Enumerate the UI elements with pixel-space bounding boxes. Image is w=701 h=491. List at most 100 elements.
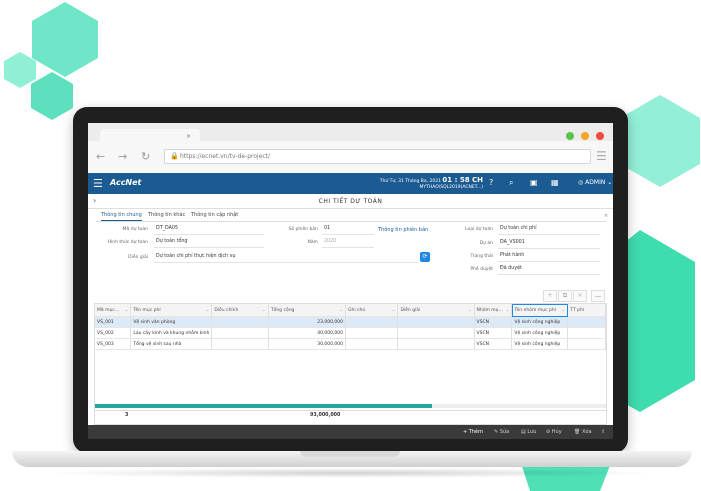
footer-count: 3 [125,413,129,418]
close-icon[interactable]: × [604,213,608,219]
cell[interactable]: Vệ sinh văn phòng [130,316,213,328]
col-header-ghi-chu[interactable]: Ghi chú ⌄ [345,304,399,317]
loai-du-toan-field[interactable]: Dự toán chi phí [498,226,600,235]
hexagon-shape [31,72,73,120]
cell[interactable]: Vệ sinh công nghiệp [511,338,569,350]
url-text: https://ecnet.vn/tv-de-project/ [180,153,271,160]
cancel-label: Hủy [551,429,562,435]
cell[interactable]: VSCN [474,316,513,328]
cell[interactable] [567,316,606,328]
col-header-tt-phi[interactable]: TT phí [567,304,606,317]
nav-forward-icon[interactable]: → [118,150,127,163]
cell[interactable] [345,327,399,339]
tab-other[interactable]: Thông tin khác [148,212,185,218]
cell[interactable]: Lau cây kính và khung nhôm kính [130,327,213,339]
save-label: Lưu [527,429,537,435]
scrollbar-thumb[interactable] [95,404,433,408]
table-row[interactable]: VS_001 Vệ sinh văn phòng 23,000,000 VSCN… [95,316,606,328]
cell[interactable] [567,327,606,339]
browser-menu-icon[interactable]: ☰ [596,149,607,163]
so-phien-ban-field[interactable]: 01 [322,226,374,235]
cell[interactable]: Tổng vệ sinh sau nhà [130,338,213,350]
dien-giai-field[interactable]: Dự toán chi phí thực hiện dịch vụ [154,254,418,263]
col-header-ten-nhom[interactable]: Tên nhóm mục phí ⌄ [511,304,569,317]
chevron-down-icon: ⌄ [607,179,613,186]
hinh-thuc-label: Hình thức dự toán [107,240,148,245]
help-icon[interactable]: ? [489,178,493,187]
ma-du-toan-field[interactable]: DT_DA05 [154,226,264,235]
export-icon[interactable]: ⇪ [601,429,605,435]
search-icon[interactable]: ⌕ [509,178,513,188]
user-menu[interactable]: ◎ ADMIN ⌄ [578,179,612,186]
browser-tab[interactable] [100,129,200,141]
copy-row-icon[interactable]: ⧉ [558,290,572,302]
chart-icon[interactable]: ▦ [551,178,559,187]
more-icon[interactable]: … [591,290,605,302]
cell[interactable] [345,338,399,350]
cell[interactable]: 23,000,000 [268,316,346,328]
tab-update[interactable]: Thông tin cập nhật [191,212,238,218]
cell[interactable] [397,327,475,339]
cell[interactable]: VS_003 [95,338,132,350]
table-row[interactable]: VS_002 Lau cây kính và khung nhôm kính 4… [95,327,606,339]
app-header: ☰ AccNet Thứ Tư, 31 Tháng Ba, 2021 01 : … [88,173,613,194]
url-input[interactable]: 🔒 https://ecnet.vn/tv-de-project/ [164,149,591,164]
add-row-icon[interactable]: + [543,290,557,302]
edit-button[interactable]: ✎ Sửa [494,429,509,435]
nam-field[interactable]: 2020 [322,239,374,248]
tab-close-icon[interactable]: × [186,133,191,140]
phien-ban-link[interactable]: Thông tin phiên bản [378,227,428,233]
cell[interactable]: 30,000,000 [268,338,346,350]
nam-label: Năm [307,240,318,245]
hexagon-shape [620,95,700,187]
window-close-icon[interactable] [596,132,604,140]
reload-icon[interactable]: ↻ [141,150,150,163]
phe-duyet-field[interactable]: Đã duyệt [498,266,600,275]
screen: × ← → ↻ 🔒 https://ecnet.vn/tv-de-project… [88,123,613,439]
refresh-icon[interactable]: ⟳ [420,252,430,262]
cancel-button[interactable]: ⊘ Hủy [546,429,562,435]
delete-button[interactable]: 🗑 Xóa [574,429,592,435]
hinh-thuc-field[interactable]: Dự toán tổng [154,239,264,248]
cell[interactable]: VS_002 [95,327,132,339]
hexagon-shape [32,2,98,77]
window-maximize-icon[interactable] [566,132,574,140]
du-an-field[interactable]: DA_VS001 [498,240,600,249]
cell[interactable]: VS_001 [95,316,132,328]
col-header-ten-muc-phi[interactable]: Tên mục phí ⌄ [130,304,213,317]
cell[interactable]: Vệ sinh công nghiệp [511,327,569,339]
ma-du-toan-label: Mã dự toán [122,227,148,232]
delete-row-icon[interactable]: × [573,290,587,302]
hamburger-icon[interactable]: ☰ [93,177,103,190]
tab-general[interactable]: Thông tin chung [101,212,142,221]
cell[interactable] [211,338,269,350]
cell[interactable]: VSCN [474,327,513,339]
cost-table: Mã mục... ⌄ Tên mục phí ⌄ Diễu chỉnh ⌄ Tổng… [95,304,606,350]
col-header-dieu-chinh[interactable]: Diễu chỉnh ⌄ [211,304,269,317]
phe-duyet-label: Phê duyệt [470,267,493,272]
nav-back-icon[interactable]: ← [96,150,105,163]
cell[interactable] [211,316,269,328]
cell[interactable]: Vệ sinh công nghiệp [511,316,569,328]
cell[interactable] [567,338,606,350]
cell[interactable] [397,338,475,350]
cell[interactable]: VSCN [474,338,513,350]
add-button[interactable]: + Thêm [463,429,483,435]
col-header-dien-giai[interactable]: Diễn giải ⌄ [397,304,475,317]
window-minimize-icon[interactable] [581,132,589,140]
cell[interactable] [345,316,399,328]
browser-tabbar: × [88,123,613,141]
cell[interactable] [397,316,475,328]
horizontal-scrollbar[interactable] [95,404,606,408]
pencil-icon: ✎ [494,429,499,435]
col-header-nhom-muc[interactable]: Nhóm mụ... ⌄ [474,304,513,317]
cell[interactable] [211,327,269,339]
cell[interactable]: 40,000,000 [268,327,346,339]
col-header-ma-muc[interactable]: Mã mục... ⌄ [95,304,132,317]
col-header-tong-cong[interactable]: Tổng cộng ⌄ [268,304,346,317]
cost-grid: Mã mục... ⌄ Tên mục phí ⌄ Diễu chỉnh ⌄ Tổng… [94,303,607,425]
table-row[interactable]: VS_003 Tổng vệ sinh sau nhà 30,000,000 V… [95,338,606,350]
id-card-icon[interactable]: ▣ [530,178,538,187]
trang-thai-field[interactable]: Phát hành [498,253,600,262]
save-button[interactable]: ▤ Lưu [521,429,536,435]
